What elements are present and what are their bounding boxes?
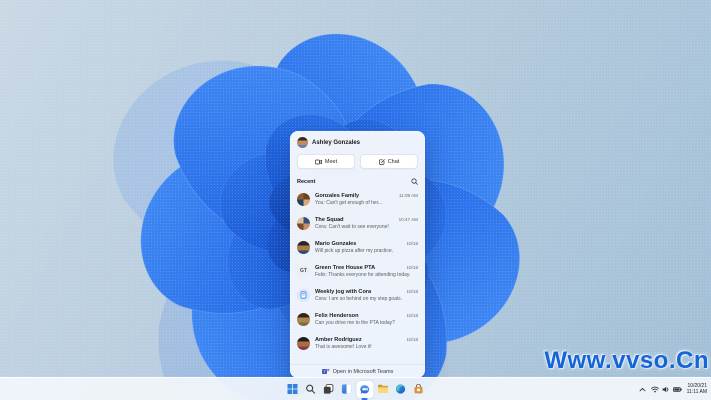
conversation-text: Green Tree House PTA 10/19 Felix: Thanks e… [315, 265, 418, 278]
taskbar-button-store[interactable] [410, 381, 427, 398]
chat-list-item[interactable]: Gonzales Family 11:09 AM You: Can't get en… [290, 187, 425, 211]
teams-icon: T [321, 368, 330, 375]
conversation-time: 10:47 AM [398, 216, 418, 222]
video-icon [314, 159, 322, 165]
conversation-name: Gonzales Family [315, 192, 360, 199]
flyout-header: Ashley Gonzales [290, 131, 425, 153]
conversation-preview: Cora: I am so behind on my step goals. [315, 295, 402, 302]
taskbar-button-edge[interactable] [392, 381, 409, 398]
conversation-preview: That is awesome! Love it! [315, 343, 372, 350]
conversation-preview: Can you drive me to the PTA today? [315, 319, 395, 326]
desktop: Www.vvso.Cn Ashley Gonzales Meet Chat Re… [0, 0, 711, 400]
taskbar-button-chat[interactable] [356, 380, 373, 398]
chat-list-item[interactable]: GT Green Tree House PTA 10/19 Felix: Thanks… [290, 259, 425, 283]
conversation-text: Felix Henderson 10/18 Can you drive me to … [315, 313, 418, 326]
taskbar-center [284, 378, 427, 400]
conversation-time: 10/18 [406, 336, 419, 342]
conversation-preview: You: Can't get enough of her... [315, 199, 383, 206]
conversation-time: 10/18 [406, 288, 419, 294]
chat-flyout: Ashley Gonzales Meet Chat Recent Gonzale… [290, 131, 425, 378]
edge-icon [395, 384, 406, 394]
chat-list-item[interactable]: Mario Gonzales 10/19 Will pick up pizza af… [290, 235, 425, 259]
conversation-name: Weekly jog with Cora [315, 288, 372, 295]
open-in-teams-label: Open in Microsoft Teams [332, 368, 394, 375]
conversation-time: 10/18 [406, 312, 419, 318]
taskbar-button-file-explorer[interactable] [374, 381, 391, 398]
user-avatar[interactable] [297, 137, 308, 148]
conversation-text: The Squad 10:47 AM Cora: Can't wait to see… [315, 217, 418, 230]
flyout-actions: Meet Chat [290, 153, 425, 175]
taskbar-button-widgets[interactable] [338, 381, 355, 398]
avatar [297, 336, 310, 350]
file-explorer-icon [377, 384, 388, 394]
avatar [297, 137, 308, 148]
conversation-text: Weekly jog with Cora 10/18 Cora: I am so b… [315, 289, 418, 302]
watermark-text: Www.vvso.Cn [544, 347, 709, 374]
avatar [297, 312, 310, 326]
chat-icon [359, 384, 370, 395]
chat-button[interactable]: Chat [360, 154, 418, 169]
task-view-icon [323, 384, 334, 394]
store-icon [414, 384, 424, 394]
tray-status-icons[interactable] [650, 386, 682, 393]
taskbar-button-search[interactable] [302, 381, 319, 398]
search-icon [306, 384, 316, 394]
conversation-list: Gonzales Family 11:09 AM You: Can't get en… [290, 187, 425, 364]
conversation-name: Felix Henderson [315, 312, 359, 319]
open-in-teams-button[interactable]: T Open in Microsoft Teams [290, 364, 425, 378]
conversation-name: Mario Gonzales [315, 240, 357, 247]
avatar [297, 240, 310, 254]
conversation-name: The Squad [315, 216, 344, 223]
chat-list-item[interactable]: Weekly jog with Cora 10/18 Cora: I am so b… [290, 283, 425, 307]
recent-section-header: Recent [290, 175, 425, 187]
meet-button[interactable]: Meet [297, 154, 355, 169]
conversation-preview: Will pick up pizza after my practice. [315, 247, 394, 254]
conversation-preview: Felix: Thanks everyone for attending tod… [315, 271, 411, 278]
user-name: Ashley Gonzales [312, 139, 361, 146]
conversation-time: 10/19 [406, 240, 419, 246]
compose-icon [378, 158, 385, 165]
meet-button-label: Meet [324, 158, 338, 165]
avatar [297, 288, 310, 302]
chat-list-item[interactable]: Amber Rodriguez 10/18 That is awesome! Lov… [290, 331, 425, 355]
avatar [297, 192, 310, 206]
conversation-text: Amber Rodriguez 10/18 That is awesome! Lov… [315, 337, 418, 350]
chat-list-item[interactable]: Felix Henderson 10/18 Can you drive me to … [290, 307, 425, 331]
taskbar-button-start[interactable] [284, 381, 301, 398]
conversation-name: Amber Rodriguez [315, 336, 362, 343]
conversation-text: Gonzales Family 11:09 AM You: Can't get en… [315, 193, 418, 206]
taskbar-clock[interactable]: 10/20/21 11:11 AM [687, 383, 707, 395]
search-icon[interactable] [411, 178, 418, 185]
battery-icon [672, 386, 682, 392]
taskbar: 10/20/21 11:11 AM [0, 377, 711, 400]
avatar: GT [297, 264, 310, 278]
conversation-time: 10/19 [406, 264, 419, 270]
system-tray: 10/20/21 11:11 AM [639, 378, 707, 400]
volume-icon [662, 386, 670, 393]
wifi-icon [650, 386, 659, 393]
start-icon [287, 384, 298, 394]
recent-title: Recent [297, 178, 316, 185]
conversation-preview: Cora: Can't wait to see everyone! [315, 223, 389, 230]
conversation-time: 11:09 AM [398, 192, 418, 198]
chevron-up-icon[interactable] [639, 387, 646, 392]
taskbar-button-task-view[interactable] [320, 381, 337, 398]
conversation-name: Green Tree House PTA [315, 264, 376, 271]
widgets-icon [341, 384, 352, 394]
avatar [297, 216, 310, 230]
chat-list-item[interactable]: The Squad 10:47 AM Cora: Can't wait to see… [290, 211, 425, 235]
conversation-text: Mario Gonzales 10/19 Will pick up pizza af… [315, 241, 418, 254]
chat-button-label: Chat [387, 158, 400, 165]
clock-time: 11:11 AM [686, 389, 707, 395]
